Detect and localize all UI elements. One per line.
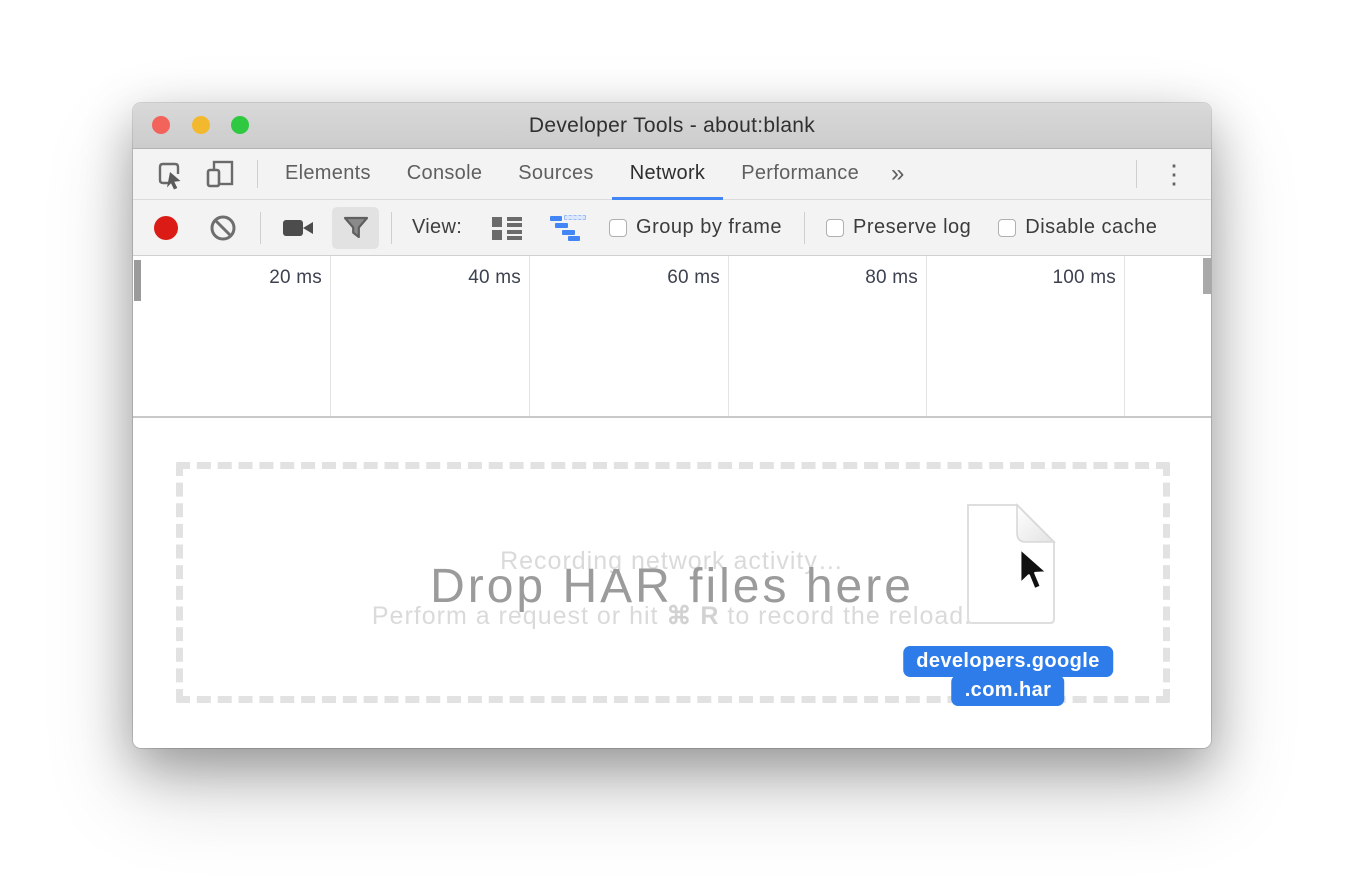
ruler-tick-label: 20 ms: [269, 267, 322, 289]
group-by-frame-checkbox[interactable]: [609, 219, 627, 237]
hint-suffix: to record the reload.: [719, 602, 972, 630]
preserve-log-option: Preserve log: [826, 216, 971, 239]
tab-network[interactable]: Network: [612, 149, 723, 200]
ruler-tick-label: 60 ms: [667, 267, 720, 289]
clear-button[interactable]: [209, 214, 237, 242]
ruler-tick-label: 100 ms: [1052, 267, 1116, 289]
screenshot-stage: Developer Tools - about:blank Elements C…: [0, 0, 1372, 888]
right-scrollbar-thumb[interactable]: [1203, 258, 1211, 294]
tab-sources[interactable]: Sources: [500, 149, 611, 200]
window-titlebar[interactable]: Developer Tools - about:blank: [133, 103, 1211, 149]
group-by-frame-label: Group by frame: [636, 216, 782, 239]
filter-icon: [343, 215, 369, 241]
toolbar-divider: [804, 212, 805, 244]
hint-prefix: Perform a request or hit: [372, 602, 667, 630]
gridline-20ms: [330, 256, 331, 416]
ruler-tick-label: 80 ms: [865, 267, 918, 289]
dragged-file-name-line1: developers.google: [903, 646, 1113, 677]
menu-kebab-icon[interactable]: ⋮: [1157, 159, 1191, 190]
tabbar-divider: [1136, 160, 1137, 188]
group-by-frame-option: Group by frame: [609, 216, 782, 239]
toolbar-divider: [391, 212, 392, 244]
toggle-device-toolbar-button[interactable]: [203, 157, 237, 191]
tab-elements[interactable]: Elements: [267, 149, 389, 200]
waterfall-view-icon[interactable]: [550, 215, 586, 241]
gridline-80ms: [926, 256, 927, 416]
inspect-element-button[interactable]: [153, 158, 185, 190]
dragged-file-name: developers.google .com.har: [903, 646, 1113, 706]
hint-shortcut: ⌘ R: [666, 602, 719, 630]
filter-button[interactable]: [332, 207, 379, 249]
more-tabs-icon[interactable]: »: [883, 160, 912, 188]
tabbar-divider: [257, 160, 258, 188]
gridline-60ms: [728, 256, 729, 416]
list-view-icon[interactable]: [492, 215, 522, 241]
dragged-file-name-line2: .com.har: [952, 675, 1065, 706]
preserve-log-label: Preserve log: [853, 216, 971, 239]
devtools-tab-bar: Elements Console Sources Network Perform…: [133, 149, 1211, 200]
view-label: View:: [412, 216, 462, 239]
network-toolbar: View: Group by frame: [133, 200, 1211, 256]
record-button[interactable]: [154, 216, 178, 240]
tab-performance[interactable]: Performance: [723, 149, 877, 200]
ruler-tick-label: 40 ms: [468, 267, 521, 289]
disable-cache-option: Disable cache: [998, 216, 1157, 239]
gridline-100ms: [1124, 256, 1125, 416]
disable-cache-label: Disable cache: [1025, 216, 1157, 239]
gridline-40ms: [529, 256, 530, 416]
toolbar-divider: [260, 212, 261, 244]
capture-screenshots-button[interactable]: [282, 216, 314, 240]
camera-icon: [282, 216, 314, 240]
clear-icon: [209, 214, 237, 242]
device-toolbar-icon: [203, 157, 237, 191]
tab-console[interactable]: Console: [389, 149, 500, 200]
waterfall-timeline: 20 ms 40 ms 60 ms 80 ms 100 ms: [133, 256, 1211, 418]
inspect-icon: [153, 158, 185, 190]
cursor-icon: [1017, 547, 1051, 593]
left-scrollbar-thumb[interactable]: [134, 260, 141, 301]
preserve-log-checkbox[interactable]: [826, 219, 844, 237]
disable-cache-checkbox[interactable]: [998, 219, 1016, 237]
window-title: Developer Tools - about:blank: [133, 103, 1211, 149]
devtools-window: Developer Tools - about:blank Elements C…: [133, 103, 1211, 748]
